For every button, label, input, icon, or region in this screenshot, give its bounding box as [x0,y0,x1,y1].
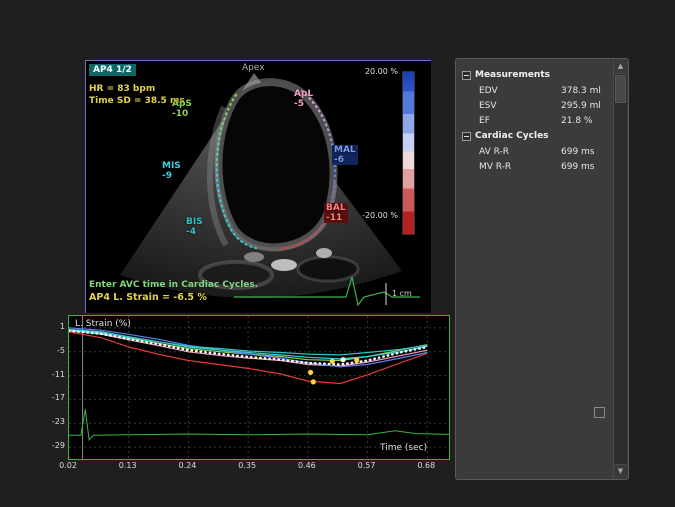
scroll-down-icon[interactable]: ▼ [614,464,627,478]
measurement-groups: MeasurementsEDV378.3 mlESV295.9 mlEF21.8… [462,67,610,174]
colorbar-min-label: -20.00 % [348,211,398,220]
strain-colorbar [402,71,415,235]
strain-plot [68,315,450,460]
y-tick-label: -17 [48,393,65,402]
heart-rate-label: HR = 83 bpm [89,84,155,94]
measurement-value: 699 ms [561,147,610,157]
measurement-group: MeasurementsEDV378.3 mlESV295.9 mlEF21.8… [462,67,610,128]
y-tick-label: -23 [48,417,65,426]
collapse-icon[interactable] [462,132,471,141]
scale-label: 1 cm [392,289,412,298]
group-title: Measurements [475,70,550,80]
measurement-value: 295.9 ml [561,101,610,111]
x-tick-label: 0.13 [115,461,141,470]
measurement-row[interactable]: AV R-R699 ms [462,144,610,159]
measurements-panel: MeasurementsEDV378.3 mlESV295.9 mlEF21.8… [455,58,629,480]
resize-grip-icon [594,407,605,418]
measurement-value: 378.3 ml [561,86,610,96]
apex-label: Apex [242,63,265,73]
time-sd-label: Time SD = 38.5 ms [89,96,185,106]
measurement-value: 699 ms [561,162,610,172]
measurement-group: Cardiac CyclesAV R-R699 msMV R-R699 ms [462,128,610,174]
ultrasound-panel: AP4 1/2 HR = 83 bpm Time SD = 38.5 ms Ap… [85,60,431,313]
measurement-row[interactable]: MV R-R699 ms [462,159,610,174]
x-tick-label: 0.46 [294,461,320,470]
group-header[interactable]: Cardiac Cycles [462,128,610,144]
y-tick-label: -11 [48,370,65,379]
measurement-row[interactable]: EDV378.3 ml [462,83,610,98]
x-tick-label: 0.24 [174,461,200,470]
y-tick-label: 1 [48,322,65,331]
measurement-row[interactable]: ESV295.9 ml [462,98,610,113]
avc-prompt-message: Enter AVC time in Cardiac Cycles. [89,280,258,290]
strain-result-label: AP4 L. Strain = -6.5 % [89,292,207,303]
group-title: Cardiac Cycles [475,131,549,141]
x-tick-label: 0.02 [55,461,81,470]
measurement-value: 21.8 % [561,116,610,126]
strain-chart: L. Strain (%) Time (sec) 1 -5 -11 -17 -23 -29… [48,312,460,478]
y-tick-label: -5 [48,346,65,355]
x-axis-label: Time (sec) [380,443,427,453]
group-header[interactable]: Measurements [462,67,610,83]
measurement-label: EDV [479,86,561,96]
x-tick-label: 0.68 [413,461,439,470]
view-label: AP4 1/2 [89,64,136,76]
x-tick-label: 0.57 [354,461,380,470]
scroll-up-icon[interactable]: ▲ [614,60,627,74]
y-axis-label: L. Strain (%) [75,319,131,329]
colorbar-max-label: 20.00 % [354,67,398,76]
scrollbar-thumb[interactable] [615,75,626,103]
measurement-label: MV R-R [479,162,561,172]
y-tick-label: -29 [48,441,65,450]
measurement-row[interactable]: EF21.8 % [462,113,610,128]
x-tick-label: 0.35 [234,461,260,470]
screen: AP4 1/2 HR = 83 bpm Time SD = 38.5 ms Ap… [0,0,675,507]
collapse-icon[interactable] [462,71,471,80]
scrollbar[interactable]: ▲ ▼ [613,60,627,478]
measurement-label: EF [479,116,561,126]
measurement-label: AV R-R [479,147,561,157]
measurement-label: ESV [479,101,561,111]
